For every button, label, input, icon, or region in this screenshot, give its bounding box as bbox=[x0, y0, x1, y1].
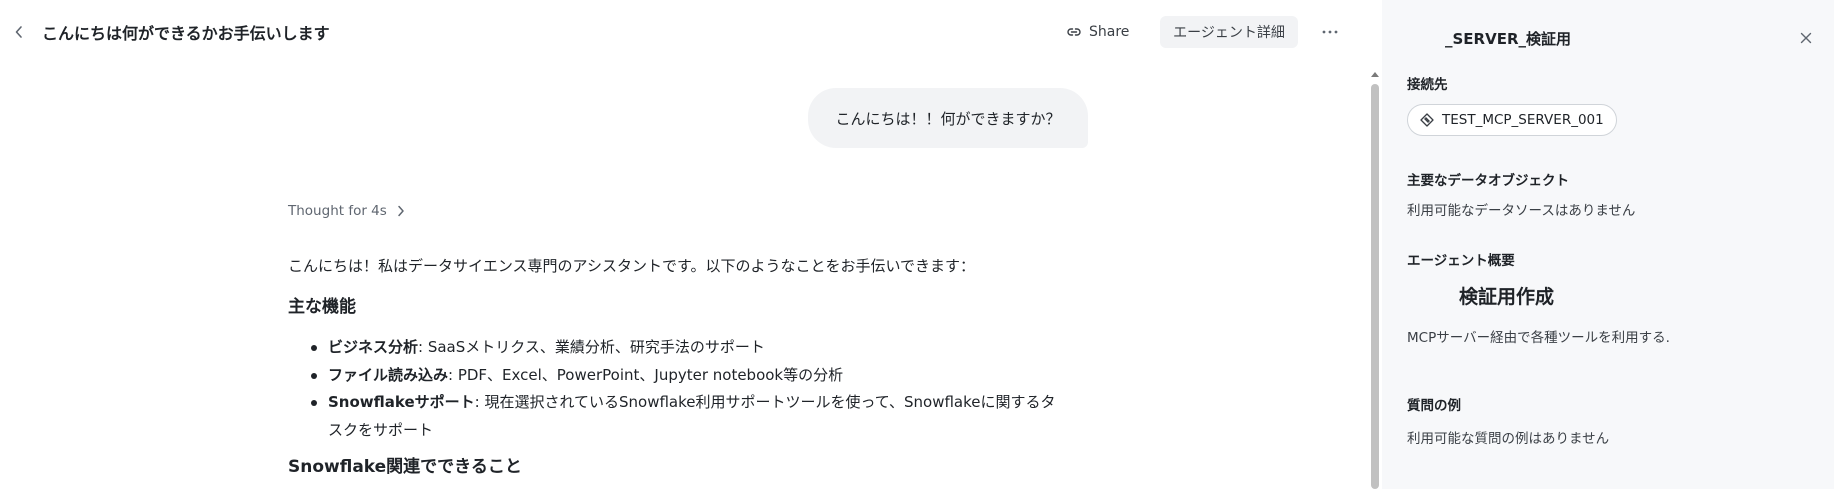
heading-snowflake: Snowflake関連でできること bbox=[288, 457, 522, 477]
data-objects-value: 利用可能なデータソースはありません bbox=[1407, 203, 1636, 219]
close-panel-button[interactable] bbox=[1798, 30, 1814, 46]
assistant-intro: こんにちは！私はデータサイエンス専門のアシスタントです。以下のようなことをお手伝… bbox=[288, 257, 976, 275]
share-button[interactable]: Share bbox=[1066, 18, 1129, 46]
more-options-button[interactable] bbox=[1318, 18, 1342, 46]
link-icon bbox=[1067, 28, 1081, 36]
share-label: Share bbox=[1089, 24, 1130, 40]
list-item: Snowflakeサポート: 現在選択されているSnowflake利用サポートツ… bbox=[311, 389, 1088, 444]
connection-value: TEST_MCP_SERVER_001 bbox=[1442, 112, 1604, 128]
page-title: こんにちは何ができるかお手伝いします bbox=[42, 24, 330, 43]
feature-text: : 現在選択されているSnowflake利用サポートツールを使って、Snowfl… bbox=[474, 393, 1056, 411]
scrollbar-thumb[interactable] bbox=[1371, 84, 1379, 489]
connection-label: 接続先 bbox=[1407, 77, 1448, 93]
server-diamond-icon bbox=[1420, 113, 1434, 127]
examples-label: 質問の例 bbox=[1407, 398, 1461, 414]
overview-title: 検証用作成 bbox=[1459, 286, 1555, 308]
list-item: ファイル読み込み: PDF、Excel、PowerPoint、Jupyter n… bbox=[311, 362, 1088, 390]
agent-details-panel: _SERVER_検証用 接続先 TEST_MCP_SERVER_001 主要なデ… bbox=[1382, 0, 1834, 489]
back-button[interactable] bbox=[10, 22, 28, 42]
ellipsis-icon bbox=[1322, 30, 1338, 34]
connection-chip[interactable]: TEST_MCP_SERVER_001 bbox=[1407, 104, 1617, 136]
scrollbar[interactable] bbox=[1369, 72, 1381, 489]
user-message-bubble: こんにちは！！何ができますか？ bbox=[808, 88, 1088, 148]
heading-main-features: 主な機能 bbox=[288, 297, 356, 317]
agent-details-button[interactable]: エージェント詳細 bbox=[1160, 16, 1298, 48]
feature-text: : SaaSメトリクス、業績分析、研究手法のサポート bbox=[418, 338, 765, 356]
overview-label: エージェント概要 bbox=[1407, 253, 1515, 269]
chevron-left-icon bbox=[15, 26, 22, 38]
feature-text: : PDF、Excel、PowerPoint、Jupyter notebook等… bbox=[448, 365, 844, 384]
chevron-right-icon bbox=[398, 205, 404, 217]
close-icon bbox=[1800, 32, 1812, 44]
thought-toggle[interactable]: Thought for 4s bbox=[288, 203, 405, 219]
data-objects-label: 主要なデータオブジェクト bbox=[1407, 173, 1569, 189]
features-list: ビジネス分析: SaaSメトリクス、業績分析、研究手法のサポート ファイル読み込… bbox=[288, 334, 1088, 444]
scroll-up-arrow-icon[interactable] bbox=[1371, 72, 1379, 77]
panel-title: _SERVER_検証用 bbox=[1445, 30, 1572, 48]
assistant-message: こんにちは！私はデータサイエンス専門のアシスタントです。以下のようなことをお手伝… bbox=[288, 254, 1088, 480]
feature-text-continued: スクをサポート bbox=[328, 420, 434, 439]
examples-value: 利用可能な質問の例はありません bbox=[1407, 431, 1610, 447]
feature-title: ファイル読み込み bbox=[328, 365, 449, 384]
feature-title: ビジネス分析 bbox=[328, 338, 419, 356]
thought-label: Thought for 4s bbox=[288, 203, 387, 219]
feature-title: Snowflakeサポート bbox=[328, 393, 475, 411]
chat-main-area: こんにちは何ができるかお手伝いします Share エージェント詳細 こんにちは！… bbox=[0, 0, 1382, 489]
list-item: ビジネス分析: SaaSメトリクス、業績分析、研究手法のサポート bbox=[311, 334, 1088, 362]
chat-header: こんにちは何ができるかお手伝いします Share エージェント詳細 bbox=[0, 0, 1382, 64]
overview-description: MCPサーバー経由で各種ツールを利用する. bbox=[1407, 330, 1670, 346]
